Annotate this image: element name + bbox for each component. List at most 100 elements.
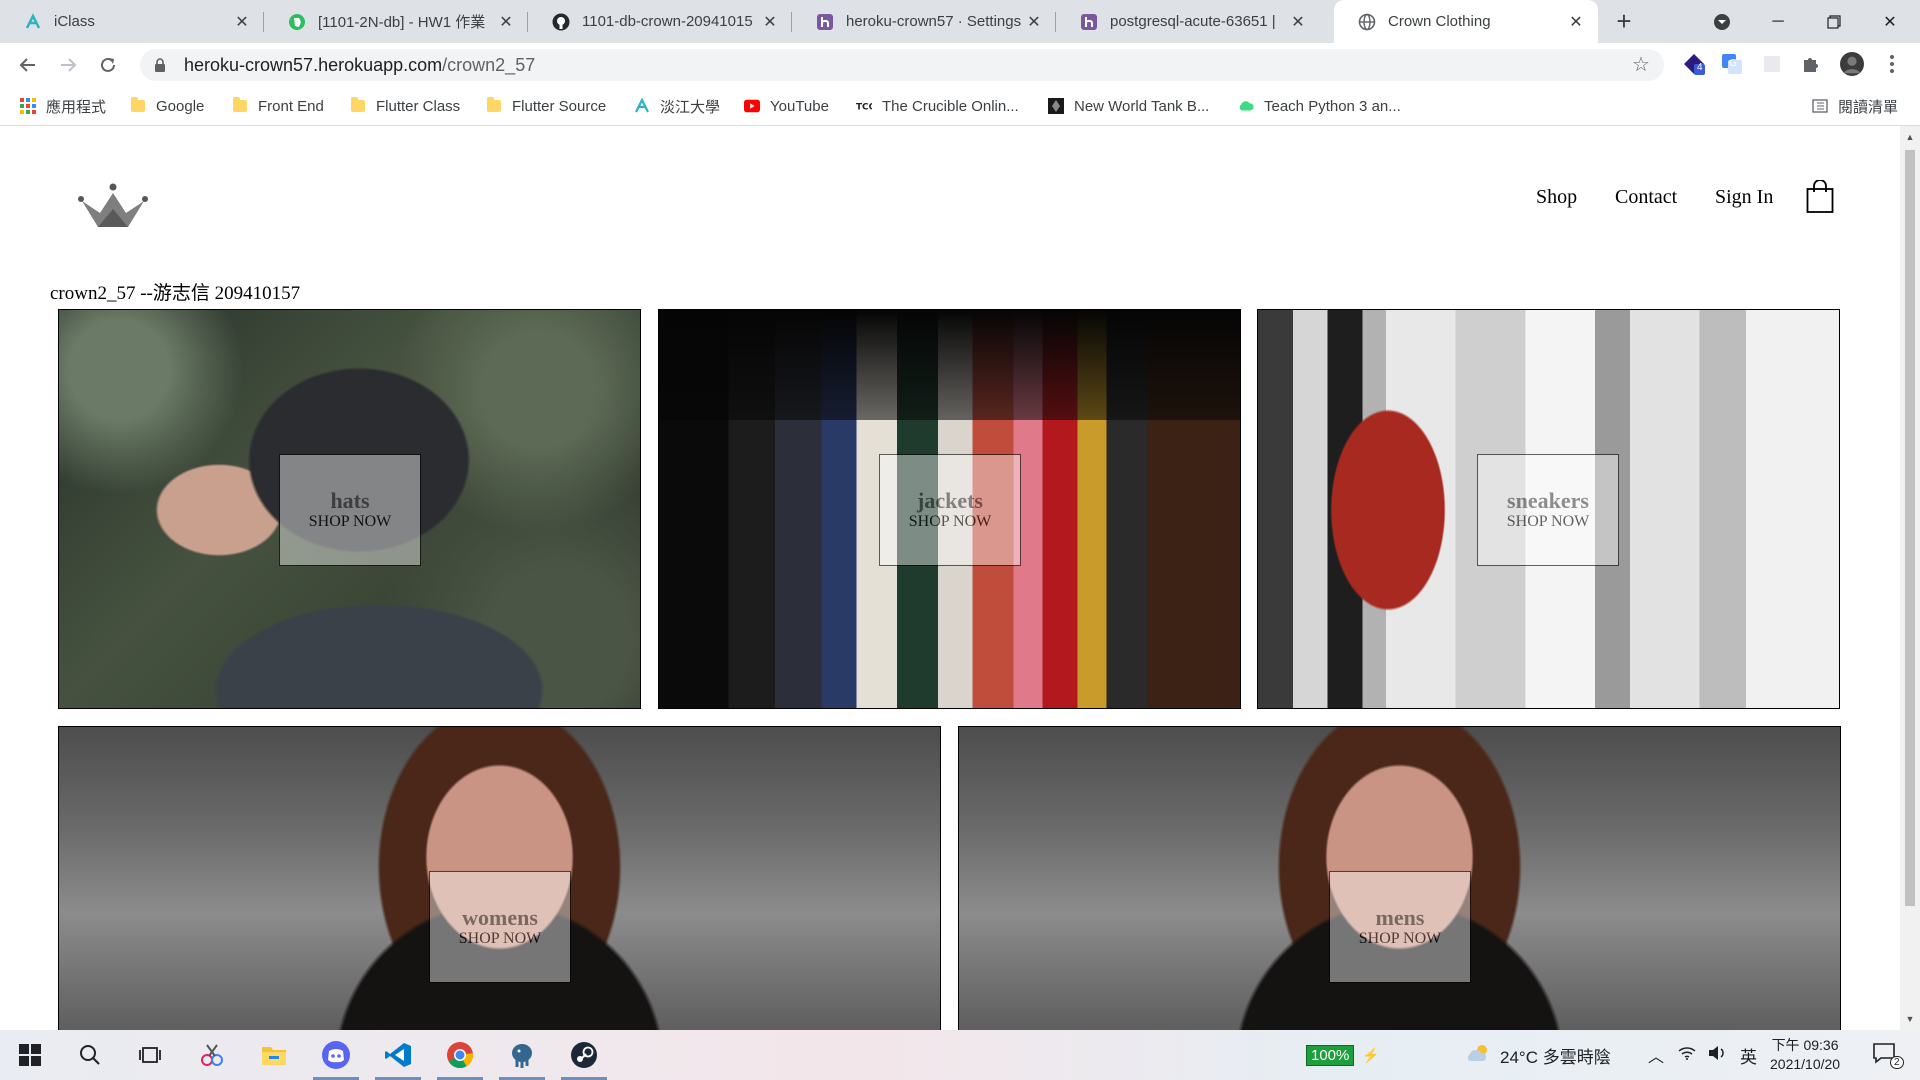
address-bar[interactable]: heroku-crown57.herokuapp.com/crown2_57 ☆ xyxy=(140,49,1664,81)
forward-button[interactable] xyxy=(54,51,82,79)
nav-shop-link[interactable]: Shop xyxy=(1536,186,1577,209)
bookmark-label: Flutter Class xyxy=(376,97,461,115)
category-title: hats xyxy=(330,488,370,513)
nav-sign-in-link[interactable]: Sign In xyxy=(1715,186,1773,209)
bookmark-flutter-class[interactable]: Flutter Class xyxy=(350,95,460,117)
url-path: /crown2_57 xyxy=(442,54,536,75)
tab-title: heroku-crown57 · Settings xyxy=(846,13,1022,30)
avatar[interactable] xyxy=(1840,52,1864,76)
scroll-down-icon[interactable]: ▼ xyxy=(1905,1014,1915,1024)
bookmark-youtube[interactable]: YouTube xyxy=(744,95,829,117)
reading-list-label: 閱讀清單 xyxy=(1838,98,1899,116)
tab-crown-clothing[interactable]: Crown Clothing ✕ xyxy=(1334,0,1598,43)
tab-title: 1101-db-crown-20941015 xyxy=(582,13,753,30)
vscode-icon[interactable] xyxy=(382,1039,414,1071)
tab-search-button[interactable] xyxy=(1694,0,1750,43)
tab-github[interactable]: 1101-db-crown-20941015 ✕ xyxy=(528,0,792,43)
scrollbar-thumb[interactable] xyxy=(1905,150,1915,906)
globe-icon xyxy=(1358,13,1376,31)
category-title: womens xyxy=(462,905,538,930)
category-card-womens[interactable]: womens SHOP NOW xyxy=(58,726,941,1030)
wifi-icon[interactable] xyxy=(1678,1045,1696,1065)
windows-taskbar: 100% ⚡ 24°C 多雲時陰 ︿ 英 下午 09:36 2021/10/20… xyxy=(0,1030,1920,1080)
clock[interactable]: 下午 09:36 2021/10/20 xyxy=(1770,1030,1840,1080)
system-tray-icons[interactable]: ︿ 英 xyxy=(1648,1030,1757,1080)
category-card-mens[interactable]: mens SHOP NOW xyxy=(958,726,1841,1030)
bookmark-new-world[interactable]: New World Tank B... xyxy=(1048,95,1209,117)
crown-logo-icon[interactable] xyxy=(78,181,148,233)
file-explorer-icon[interactable] xyxy=(258,1039,290,1071)
bookmark-front-end[interactable]: Front End xyxy=(232,95,324,117)
chrome-icon[interactable] xyxy=(444,1039,476,1071)
chevron-up-icon[interactable]: ︿ xyxy=(1648,1043,1664,1067)
tab-heroku-postgres[interactable]: postgresql-acute-63651 | ✕ xyxy=(1056,0,1320,43)
bookmark-label: The Crucible Onlin... xyxy=(882,97,1019,115)
minimize-button[interactable]: ─ xyxy=(1750,0,1806,43)
notification-center[interactable]: 2 xyxy=(1872,1030,1904,1080)
tab-heroku-settings[interactable]: heroku-crown57 · Settings ✕ xyxy=(792,0,1056,43)
cloud-icon xyxy=(1238,98,1254,114)
discord-icon[interactable] xyxy=(320,1039,352,1071)
nav-contact-link[interactable]: Contact xyxy=(1615,186,1677,209)
back-button[interactable] xyxy=(14,51,42,79)
plug-icon: ⚡ xyxy=(1362,1046,1380,1063)
close-icon[interactable]: ✕ xyxy=(232,12,252,32)
windows-start-icon[interactable] xyxy=(14,1039,46,1071)
extension-icon[interactable] xyxy=(1760,52,1784,76)
search-icon[interactable] xyxy=(74,1039,106,1071)
url-host: heroku-crown57.herokuapp.com xyxy=(184,54,443,75)
steam-icon[interactable] xyxy=(568,1039,600,1071)
close-icon[interactable]: ✕ xyxy=(1566,12,1586,32)
extension-badge-icon[interactable]: 4 xyxy=(1682,52,1706,76)
iclass-icon xyxy=(24,12,42,31)
category-card-jackets[interactable]: jackets SHOP NOW xyxy=(658,309,1241,709)
bookmark-flutter-source[interactable]: Flutter Source xyxy=(486,95,606,117)
task-view-icon[interactable] xyxy=(134,1039,166,1071)
clock-date: 2021/10/20 xyxy=(1770,1056,1841,1072)
tab-iclass[interactable]: iClass ✕ xyxy=(0,0,264,43)
bookmark-tku[interactable]: 淡江大學 xyxy=(634,95,720,117)
close-icon[interactable]: ✕ xyxy=(1288,12,1308,32)
bookmark-label: Google xyxy=(156,97,205,115)
category-label-box[interactable]: hats SHOP NOW xyxy=(279,454,421,566)
snipping-tool-icon[interactable] xyxy=(196,1039,228,1071)
folder-icon xyxy=(486,97,502,114)
bookmark-python[interactable]: Teach Python 3 an... xyxy=(1238,95,1401,117)
tab-title: Crown Clothing xyxy=(1388,13,1491,30)
bookmark-crucible[interactable]: TCO The Crucible Onlin... xyxy=(856,95,1019,117)
close-icon[interactable]: ✕ xyxy=(1024,12,1044,32)
weather-widget[interactable]: 24°C 多雲時陰 xyxy=(1466,1030,1611,1080)
page-scrollbar[interactable]: ▲ ▼ xyxy=(1900,126,1920,1030)
tab-evernote[interactable]: [1101-2N-db] - HW1 作業 ✕ xyxy=(264,0,528,43)
close-icon[interactable]: ✕ xyxy=(496,12,516,32)
lock-icon[interactable] xyxy=(152,57,168,73)
bookmark-apps[interactable]: 應用程式 xyxy=(20,95,106,117)
category-card-hats[interactable]: hats SHOP NOW xyxy=(58,309,641,709)
category-card-sneakers[interactable]: sneakers SHOP NOW xyxy=(1257,309,1840,709)
url-text: heroku-crown57.herokuapp.com/crown2_57 xyxy=(184,55,535,76)
puzzle-icon[interactable] xyxy=(1799,52,1823,76)
translate-icon[interactable]: G xyxy=(1720,52,1744,76)
new-tab-button[interactable]: + xyxy=(1610,8,1638,36)
close-icon[interactable]: ✕ xyxy=(760,12,780,32)
category-label-box[interactable]: sneakers SHOP NOW xyxy=(1477,454,1619,566)
clock-time: 下午 09:36 xyxy=(1771,1037,1839,1053)
reading-list[interactable]: 閱讀清單 xyxy=(1812,95,1898,117)
postgresql-icon[interactable] xyxy=(506,1039,538,1071)
folder-icon xyxy=(232,97,248,114)
shopping-bag-icon[interactable] xyxy=(1806,179,1834,214)
restore-button[interactable] xyxy=(1806,0,1862,43)
more-menu-icon[interactable] xyxy=(1880,52,1904,76)
category-label-box[interactable]: jackets SHOP NOW xyxy=(879,454,1021,566)
reload-button[interactable] xyxy=(94,51,122,79)
bookmark-google[interactable]: Google xyxy=(130,95,204,117)
scroll-up-icon[interactable]: ▲ xyxy=(1905,132,1915,142)
volume-icon[interactable] xyxy=(1708,1045,1726,1066)
tco-icon: TCO xyxy=(856,98,872,114)
category-label-box[interactable]: womens SHOP NOW xyxy=(429,871,571,983)
close-window-button[interactable]: ✕ xyxy=(1862,0,1918,43)
category-label-box[interactable]: mens SHOP NOW xyxy=(1329,871,1471,983)
bookmark-star-icon[interactable]: ☆ xyxy=(1630,54,1652,76)
ime-indicator[interactable]: 英 xyxy=(1740,1043,1757,1068)
battery-indicator[interactable]: 100% ⚡ xyxy=(1306,1030,1380,1080)
